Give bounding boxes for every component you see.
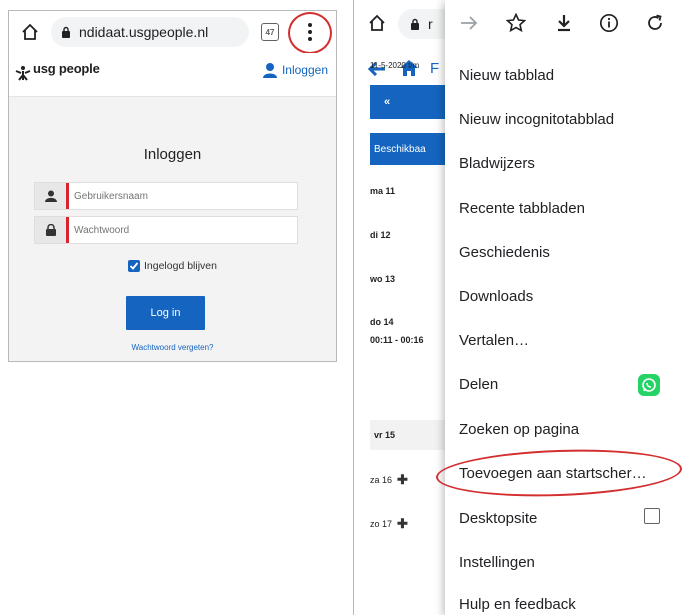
menu-item-bookmarks[interactable]: Bladwijzers (459, 155, 674, 172)
username-field[interactable] (34, 182, 298, 210)
address-bar[interactable]: ndidaat.usgpeople.nl (51, 17, 249, 47)
menu-item-settings[interactable]: Instellingen (459, 554, 674, 571)
date-range: 11-5-2020 t/m (370, 61, 420, 70)
lock-icon (411, 18, 419, 30)
user-icon (35, 183, 69, 209)
tab-count: 47 (265, 27, 275, 37)
highlight-circle (288, 12, 332, 54)
desktop-site-checkbox[interactable] (644, 508, 660, 524)
download-icon[interactable] (552, 11, 576, 35)
password-field[interactable] (34, 216, 298, 244)
menu-item-recent-tabs[interactable]: Recente tabbladen (459, 200, 674, 217)
login-title: Inloggen (143, 146, 202, 163)
menu-item-share-label: Delen (459, 376, 499, 393)
add-icon[interactable]: ✚ (397, 472, 408, 488)
menu-item-desktop-site[interactable]: Desktopsite (459, 508, 674, 527)
menu-item-help-feedback[interactable]: Hulp en feedback (459, 596, 674, 613)
add-icon[interactable]: ✚ (397, 516, 408, 532)
login-form: Inloggen Ingelogd blijven Log in Wachtwo… (9, 98, 336, 361)
keep-logged-in-row[interactable]: Ingelogd blijven (9, 260, 336, 272)
info-icon[interactable] (597, 11, 621, 35)
header-login-link[interactable]: Inloggen (262, 62, 328, 78)
home-icon[interactable] (366, 12, 388, 34)
header-login-label: Inloggen (281, 63, 328, 77)
usg-logo-icon (15, 66, 31, 81)
usg-logo-text: usg people (33, 61, 100, 76)
browser-toolbar: ndidaat.usgpeople.nl 47 (9, 11, 336, 54)
keep-logged-in-checkbox[interactable] (128, 260, 140, 272)
menu-item-share[interactable]: Delen (459, 374, 674, 396)
left-phone-screenshot: ndidaat.usgpeople.nl 47 usg people Inlog… (8, 10, 337, 362)
menu-icon-row (445, 0, 682, 46)
home-icon[interactable] (19, 21, 41, 43)
checkmark-icon (129, 262, 139, 270)
tab-switcher-button[interactable]: 47 (261, 23, 279, 41)
user-icon (262, 63, 277, 78)
address-bar-url: ndidaat.usgpeople.nl (79, 24, 209, 40)
lock-icon (62, 26, 70, 38)
day-label: zo 17 (370, 519, 393, 529)
menu-item-desktop-site-label: Desktopsite (459, 510, 538, 527)
menu-item-new-tab[interactable]: Nieuw tabblad (459, 67, 674, 84)
site-header: usg people Inloggen (9, 53, 336, 97)
menu-item-new-incognito-tab[interactable]: Nieuw incognitotabblad (459, 111, 674, 128)
whatsapp-icon[interactable] (638, 374, 660, 396)
star-icon[interactable] (504, 11, 528, 35)
lock-icon (35, 217, 69, 243)
menu-item-find-in-page[interactable]: Zoeken op pagina (459, 421, 674, 438)
page-title-fragment: F (430, 60, 440, 77)
forward-arrow-icon[interactable] (457, 11, 481, 35)
forgot-password-link[interactable]: Wachtwoord vergeten? (9, 343, 336, 352)
reload-icon[interactable] (643, 11, 667, 35)
login-button[interactable]: Log in (126, 296, 205, 330)
day-label: za 16 (370, 475, 393, 485)
keep-logged-in-label: Ingelogd blijven (144, 260, 217, 272)
address-bar-url: r (428, 16, 433, 32)
browser-overflow-menu: Nieuw tabblad Nieuw incognitotabblad Bla… (445, 0, 682, 615)
password-input[interactable] (69, 224, 279, 236)
menu-item-translate[interactable]: Vertalen… (459, 332, 674, 349)
menu-item-downloads[interactable]: Downloads (459, 288, 674, 305)
username-input[interactable] (69, 190, 279, 202)
day-label: do 14 (370, 317, 394, 327)
menu-item-history[interactable]: Geschiedenis (459, 244, 674, 261)
